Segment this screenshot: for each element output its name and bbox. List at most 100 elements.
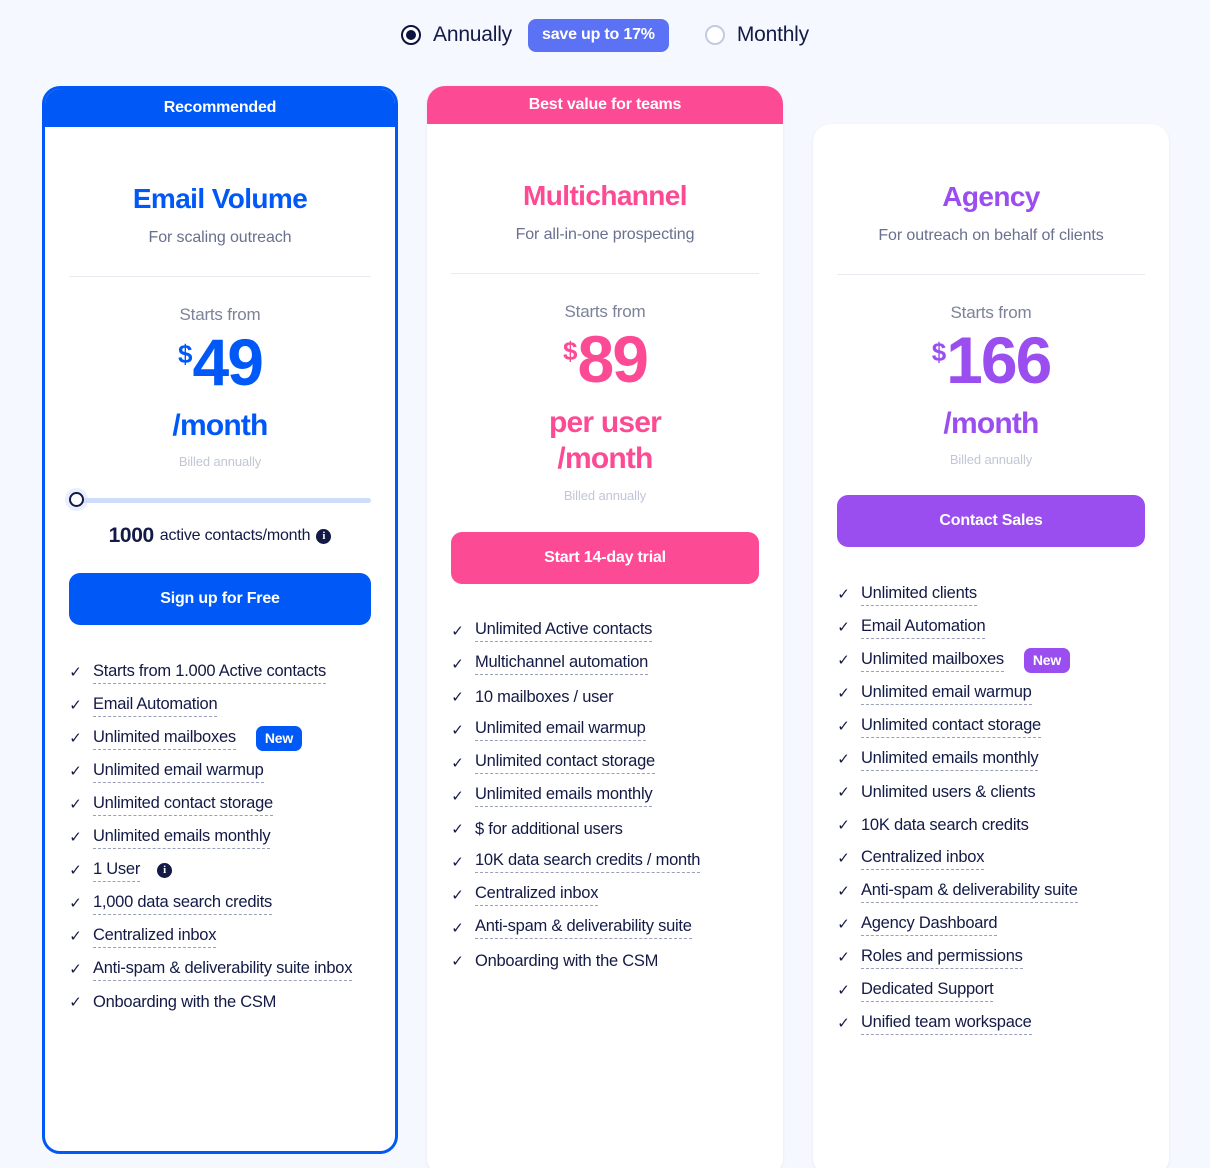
slider-track[interactable]	[75, 498, 371, 504]
price-amount: 49	[192, 325, 264, 399]
price-period: per user /month	[549, 405, 662, 476]
list-item: ✓ Roles and permissions	[837, 941, 1145, 974]
check-icon: ✓	[451, 820, 464, 838]
starts-from-label: Starts from	[950, 303, 1032, 322]
list-item: ✓ Unlimited email warmup	[69, 755, 371, 788]
card-divider	[69, 276, 371, 277]
list-item: ✓ Agency Dashboard	[837, 908, 1145, 941]
price-row: $ 166	[837, 327, 1145, 393]
currency-symbol: $	[178, 339, 193, 369]
feature-label: Centralized inbox	[861, 848, 985, 870]
price-period: /month	[943, 406, 1039, 440]
billed-note: Billed annually	[563, 487, 647, 503]
check-icon: ✓	[69, 862, 82, 880]
card-ribbon-best-value: Best value for teams	[427, 86, 783, 124]
card-ribbon-recommended: Recommended	[45, 89, 395, 127]
plan-name: Multichannel	[523, 180, 688, 211]
list-item: ✓ Anti-spam & deliverability suite	[451, 912, 759, 945]
feature-label: Onboarding with the CSM	[475, 951, 659, 970]
list-item: ✓ Email Automation	[69, 689, 371, 722]
feature-label: $ for additional users	[475, 819, 623, 838]
check-icon: ✓	[69, 763, 82, 781]
list-item: ✓ Onboarding with the CSM	[69, 986, 371, 1019]
plan-name: Agency	[942, 181, 1040, 212]
feature-label: 10 mailboxes / user	[475, 687, 614, 706]
list-item: ✓ 10K data search credits	[837, 809, 1145, 842]
list-item: ✓ Unlimited Active contacts	[451, 615, 759, 648]
check-icon: ✓	[837, 850, 850, 868]
feature-list: ✓ Unlimited Active contacts ✓ Multichann…	[451, 615, 759, 978]
list-item: ✓ Unlimited mailboxes New	[837, 644, 1145, 677]
feature-label: 1 User	[93, 860, 140, 882]
check-icon: ✓	[837, 685, 850, 703]
feature-label: Unlimited users & clients	[861, 783, 1036, 802]
list-item: ✓ Unlimited clients	[837, 578, 1145, 611]
check-icon: ✓	[69, 730, 82, 748]
feature-label: Unlimited Active contacts	[475, 620, 652, 643]
currency-symbol: $	[931, 337, 947, 367]
list-item: ✓ Starts from 1.000 Active contacts	[69, 656, 371, 689]
check-icon: ✓	[69, 664, 82, 682]
feature-label: Email Automation	[93, 695, 218, 717]
check-icon: ✓	[69, 961, 82, 979]
feature-label: Unlimited emails monthly	[861, 749, 1039, 771]
price-row: $ 49	[69, 325, 371, 399]
feature-label: Unlimited contact storage	[861, 716, 1041, 738]
check-icon: ✓	[837, 1015, 850, 1033]
starts-from-label: Starts from	[179, 305, 261, 324]
feature-list: ✓ Starts from 1.000 Active contacts ✓ Em…	[69, 656, 371, 1019]
list-item: ✓ $ for additional users	[451, 813, 759, 846]
pricing-card-multichannel: Best value for teams Multichannel For al…	[427, 86, 783, 1168]
feature-label: Starts from 1.000 Active contacts	[93, 662, 326, 684]
feature-label: Anti-spam & deliverability suite	[475, 917, 692, 940]
list-item: ✓ Anti-spam & deliverability suite	[837, 875, 1145, 908]
active-contacts-slider[interactable]	[69, 492, 371, 508]
list-item: ✓ 10K data search credits / month	[451, 846, 759, 879]
plan-tagline: For scaling outreach	[148, 229, 292, 246]
feature-label: Unlimited clients	[861, 584, 977, 606]
new-badge[interactable]: New	[1023, 648, 1071, 674]
slider-thumb[interactable]	[69, 492, 84, 508]
feature-label: Agency Dashboard	[861, 914, 998, 936]
pricing-cards: Recommended Email Volume For scaling out…	[0, 0, 1210, 1168]
currency-symbol: $	[563, 336, 578, 366]
slider-caption: 1000 active contacts/month i	[69, 524, 371, 548]
check-icon: ✓	[837, 817, 850, 835]
check-icon: ✓	[837, 883, 850, 901]
feature-label: 1,000 data search credits	[93, 893, 272, 915]
check-icon: ✓	[451, 952, 464, 970]
new-badge[interactable]: New	[255, 726, 303, 752]
list-item: ✓ 1 User i	[69, 854, 371, 887]
feature-label: Onboarding with the CSM	[93, 993, 277, 1012]
signup-button[interactable]: Sign up for Free	[69, 573, 371, 626]
list-item: ✓ Dedicated Support	[837, 974, 1145, 1007]
check-icon: ✓	[451, 919, 464, 937]
feature-label: Unlimited email warmup	[861, 683, 1032, 705]
check-icon: ✓	[451, 787, 464, 805]
contact-sales-button[interactable]: Contact Sales	[837, 495, 1145, 548]
price-amount: 89	[577, 322, 649, 396]
feature-label: Unlimited contact storage	[475, 752, 655, 775]
check-icon: ✓	[69, 697, 82, 715]
price-row: $ 89	[451, 322, 759, 396]
check-icon: ✓	[837, 949, 850, 967]
info-icon[interactable]: i	[157, 863, 173, 879]
list-item: ✓ Email Automation	[837, 611, 1145, 644]
check-icon: ✓	[451, 853, 464, 871]
list-item: ✓ Multichannel automation	[451, 648, 759, 681]
billed-note: Billed annually	[178, 454, 262, 470]
list-item: ✓ 10 mailboxes / user	[451, 681, 759, 714]
pricing-card-agency: Agency For outreach on behalf of clients…	[813, 124, 1169, 1168]
start-trial-button[interactable]: Start 14-day trial	[451, 531, 759, 584]
feature-label: Unlimited email warmup	[93, 761, 264, 783]
info-icon[interactable]: i	[316, 528, 332, 544]
list-item: ✓ Unlimited contact storage	[837, 710, 1145, 743]
check-icon: ✓	[837, 619, 850, 637]
list-item: ✓ Unlimited users & clients	[837, 776, 1145, 809]
pricing-card-email-volume: Recommended Email Volume For scaling out…	[42, 86, 398, 1154]
check-icon: ✓	[69, 829, 82, 847]
check-icon: ✓	[837, 784, 850, 802]
check-icon: ✓	[69, 994, 82, 1012]
list-item: ✓ Unlimited emails monthly	[837, 743, 1145, 776]
feature-label: Unlimited emails monthly	[475, 785, 653, 808]
